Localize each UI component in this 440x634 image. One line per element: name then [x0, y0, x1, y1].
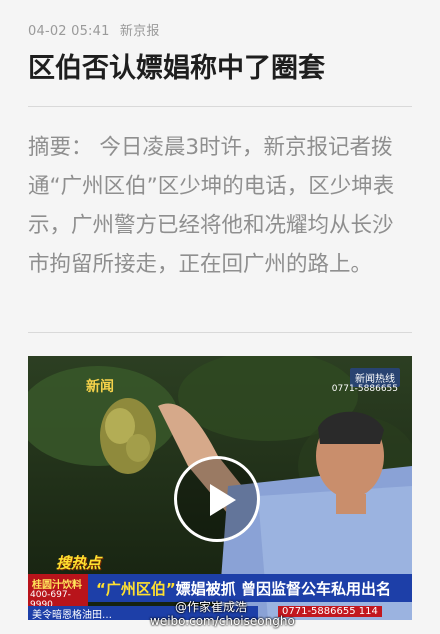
- headline-quoted: “广州区伯”: [96, 580, 176, 598]
- article-meta: 04-02 05:41 新京报: [28, 20, 160, 39]
- play-button[interactable]: [174, 456, 260, 542]
- ad-name: 桂圆汁饮料: [32, 580, 82, 591]
- video-player[interactable]: 新闻 新闻热线 0771-5886655 搜热点 桂圆汁饮料 400-697-9…: [28, 356, 412, 620]
- channel-logo: 新闻: [86, 379, 114, 395]
- article-source: 新京报: [119, 24, 160, 39]
- divider-top: [28, 106, 412, 107]
- article-date: 04-02 05:41: [28, 24, 110, 39]
- article-summary: 摘要： 今日凌晨3时许，新京报记者拨通“广州区伯”区少坤的电话，区少坤表示，广州…: [28, 135, 395, 277]
- article-title: 区伯否认嫖娼称中了圈套: [28, 53, 325, 84]
- bottom-ticker-text: 美令暗恩格油田…: [32, 610, 112, 620]
- hot-label: 搜热点: [56, 554, 102, 572]
- corner-phone: 0771-5886655: [331, 384, 398, 394]
- headline-rest: 嫖娼被抓 曾因监督公车私用出名: [175, 580, 391, 598]
- divider-bottom: [28, 332, 412, 333]
- play-icon: [210, 484, 236, 516]
- ticker-headline: “广州区伯”嫖娼被抓 曾因监督公车私用出名: [96, 578, 391, 599]
- watermark-url: weibo.com/choiseongho: [150, 614, 295, 628]
- watermark-handle: @作家崔成浩: [175, 600, 248, 614]
